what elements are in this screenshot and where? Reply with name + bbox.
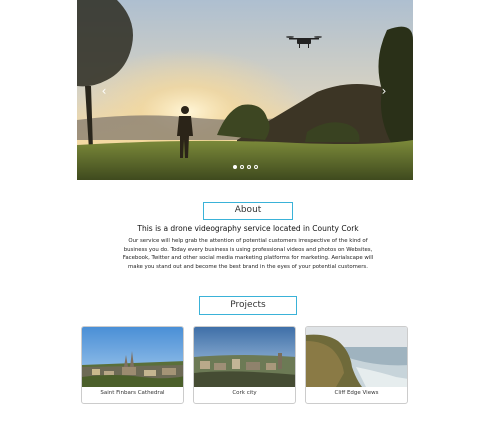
carousel-indicators bbox=[77, 165, 413, 169]
project-card-saint-finbars[interactable]: Saint Finbars Cathedral bbox=[81, 326, 184, 404]
about-body-text: Our service will help grab the attention… bbox=[122, 238, 374, 270]
carousel-indicator[interactable] bbox=[239, 165, 244, 169]
project-cards: Saint Finbars Cathedral Cork city Cliff … bbox=[81, 326, 409, 405]
carousel-next-button[interactable]: › bbox=[377, 84, 391, 98]
project-card-label: Cork city bbox=[232, 390, 257, 396]
carousel-indicator[interactable] bbox=[232, 165, 237, 169]
projects-heading: Projects bbox=[199, 296, 297, 315]
carousel-indicator[interactable] bbox=[246, 165, 251, 169]
project-thumbnail bbox=[82, 327, 183, 387]
carousel-prev-button[interactable]: ‹ bbox=[97, 84, 111, 98]
hero-carousel[interactable]: ‹ › bbox=[77, 0, 413, 180]
carousel-indicator[interactable] bbox=[253, 165, 258, 169]
project-card-cliff-edge[interactable]: Cliff Edge Views bbox=[305, 326, 408, 404]
project-card-label: Saint Finbars Cathedral bbox=[100, 390, 165, 396]
carousel-slide-image bbox=[77, 0, 413, 180]
project-thumbnail bbox=[306, 327, 407, 387]
about-heading: About bbox=[203, 202, 293, 220]
project-card-cork-city[interactable]: Cork city bbox=[193, 326, 296, 404]
about-lead-text: This is a drone videography service loca… bbox=[137, 224, 359, 233]
project-thumbnail bbox=[194, 327, 295, 387]
project-card-label: Cliff Edge Views bbox=[334, 390, 379, 396]
